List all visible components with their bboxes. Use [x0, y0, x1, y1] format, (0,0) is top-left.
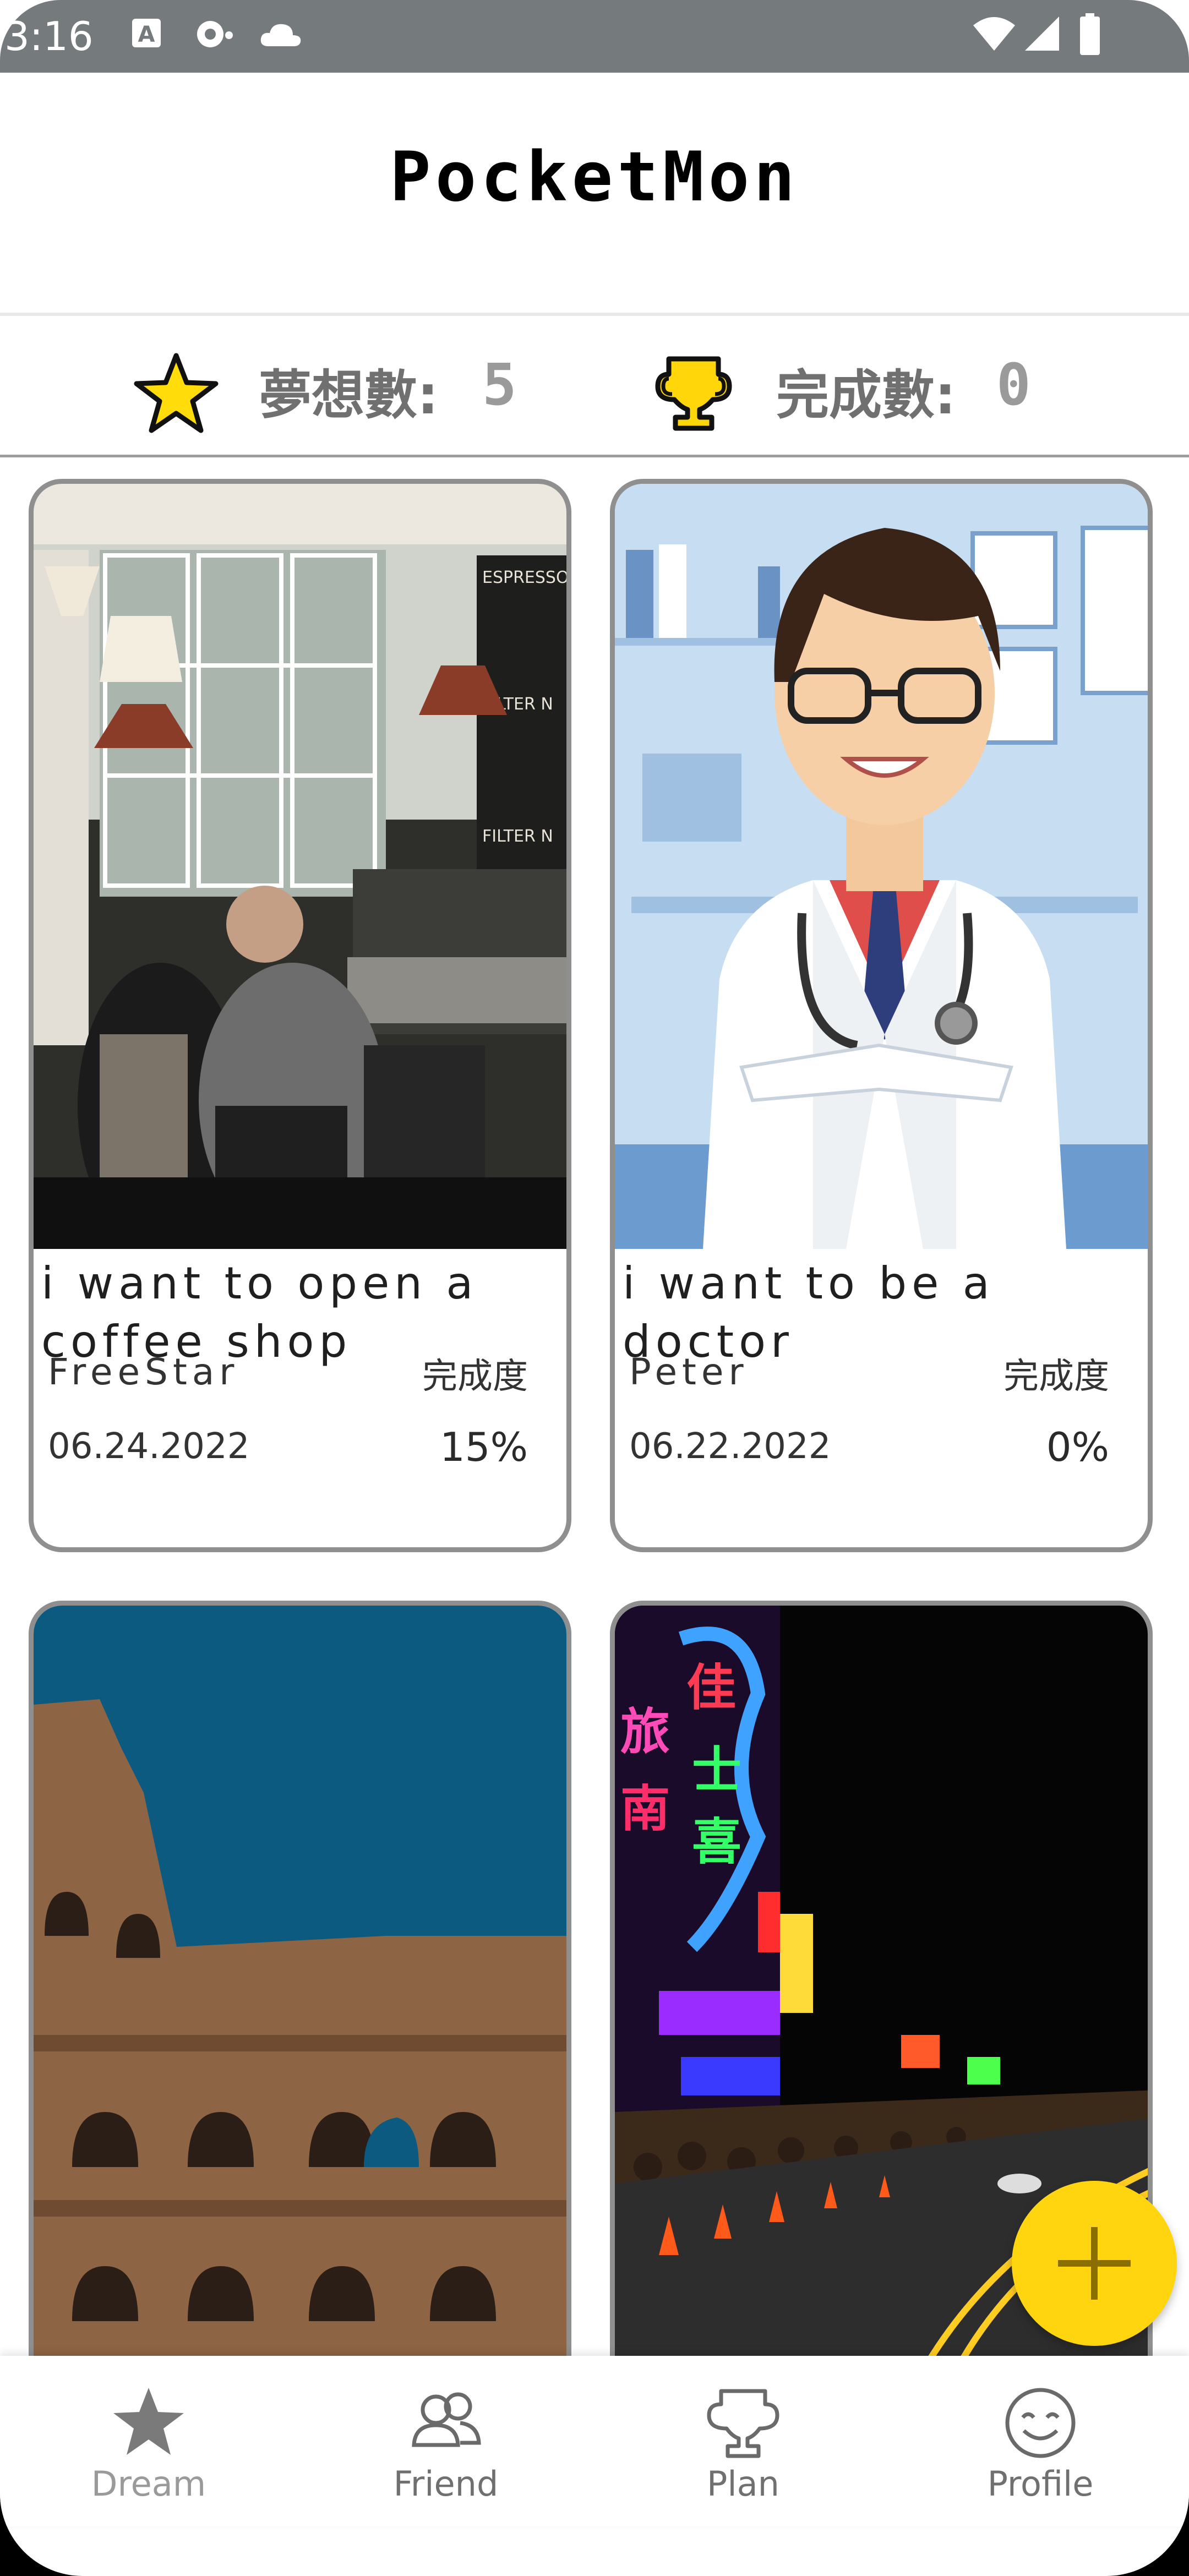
battery-icon	[1078, 12, 1102, 58]
dream-count-value: 5	[482, 351, 517, 418]
dream-card[interactable]: i want to be a doctor Peter 完成度 06.22.20…	[610, 479, 1153, 1552]
stats-divider	[0, 455, 1189, 457]
card-date: 06.22.2022	[629, 1426, 831, 1467]
header-divider	[0, 313, 1189, 316]
nav-label: Plan	[707, 2464, 779, 2504]
dream-card[interactable]	[29, 1601, 571, 2426]
nav-label: Dream	[91, 2464, 206, 2504]
cloud-icon	[259, 21, 303, 51]
svg-text:喜: 喜	[692, 1813, 741, 1871]
svg-text:南: 南	[620, 1780, 670, 1838]
app-screen: 3:16 A PocketMon 夢想數: 5 完成數: 0 ESPRESSO …	[0, 0, 1189, 2576]
card-progress-value: 15%	[439, 1424, 528, 1470]
nav-profile[interactable]: Profile	[892, 2356, 1189, 2526]
svg-text:佳: 佳	[686, 1659, 736, 1717]
bottom-navigation: Dream Friend Plan Profile	[0, 2356, 1189, 2526]
trophy-icon	[707, 2389, 779, 2458]
trophy-icon	[652, 352, 735, 437]
coffee-shop-photo: ESPRESSO FILTER N FILTER N	[34, 484, 566, 1249]
svg-text:士: 士	[692, 1742, 741, 1799]
wifi-icon	[972, 14, 1016, 55]
svg-text:旅: 旅	[620, 1703, 670, 1761]
card-date: 06.24.2022	[48, 1426, 250, 1467]
completed-count-label: 完成數:	[776, 364, 956, 426]
svg-text:FILTER N: FILTER N	[482, 827, 553, 846]
smiley-icon	[1005, 2388, 1076, 2458]
star-icon	[113, 2388, 184, 2455]
svg-text:A: A	[138, 22, 155, 47]
doctor-illustration	[615, 484, 1148, 1249]
plus-icon	[1058, 2227, 1131, 2300]
dream-count-label: 夢想數:	[259, 364, 439, 426]
nav-label: Friend	[393, 2464, 499, 2504]
nav-dream[interactable]: Dream	[0, 2356, 297, 2526]
home-indicator[interactable]	[486, 2550, 703, 2557]
card-progress-label: 完成度	[1003, 1356, 1109, 1397]
svg-text:ESPRESSO: ESPRESSO	[482, 568, 566, 587]
app-title: PocketMon	[390, 138, 799, 217]
a-notification-icon: A	[130, 17, 163, 52]
status-time: 3:16	[4, 13, 94, 59]
nav-friend[interactable]: Friend	[297, 2356, 594, 2526]
card-progress-label: 完成度	[422, 1356, 528, 1397]
dream-card[interactable]: ESPRESSO FILTER N FILTER N i want to open …	[29, 479, 571, 1552]
nav-label: Profile	[987, 2464, 1094, 2504]
star-icon	[132, 352, 220, 437]
add-dream-button[interactable]	[1012, 2181, 1177, 2346]
friends-icon	[412, 2392, 481, 2447]
nav-plan[interactable]: Plan	[594, 2356, 892, 2526]
completed-count-stat: 完成數: 0	[650, 341, 1145, 435]
card-progress-value: 0%	[1046, 1424, 1109, 1470]
completed-count-value: 0	[996, 351, 1031, 418]
sync-notification-icon	[193, 17, 237, 52]
status-bar: 3:16 A	[0, 0, 1189, 73]
signal-icon	[1023, 14, 1061, 55]
card-owner: FreeStar	[48, 1351, 239, 1393]
card-owner: Peter	[629, 1351, 749, 1393]
dream-count-stat: 夢想數: 5	[132, 341, 572, 435]
colosseum-photo	[34, 1606, 566, 2371]
